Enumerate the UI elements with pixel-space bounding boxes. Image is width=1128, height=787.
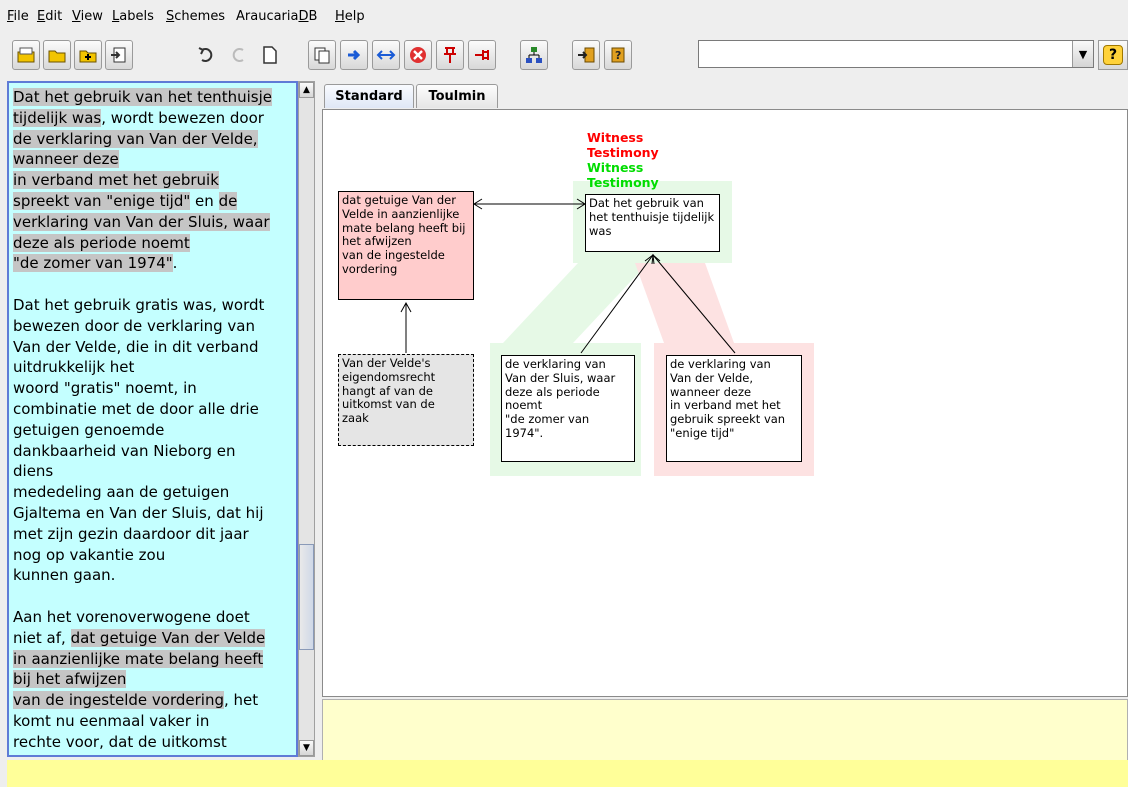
highlighted-text[interactable]: wanneer deze bbox=[13, 150, 119, 169]
node-text: Van der Velde's eigendomsrecht hangt af … bbox=[342, 356, 436, 426]
highlighted-text[interactable]: Dat het gebruik van het tenthuisje bbox=[13, 88, 272, 106]
redo-icon[interactable] bbox=[225, 40, 253, 70]
highlighted-text[interactable]: verklaring van Van der Sluis, waar bbox=[13, 212, 270, 231]
evaluation-pane[interactable] bbox=[322, 699, 1128, 761]
swap-icon[interactable] bbox=[372, 40, 400, 70]
open-icon[interactable] bbox=[12, 40, 40, 70]
node-text: dat getuige Van der Velde in aanzienlijk… bbox=[342, 193, 466, 276]
premise-velde-node[interactable]: de verklaring van Van der Velde, wanneer… bbox=[666, 355, 802, 462]
unpin-icon[interactable] bbox=[468, 40, 496, 70]
scheme-label-1: Witness bbox=[587, 130, 644, 145]
tree-icon[interactable] bbox=[520, 40, 548, 70]
highlighted-text[interactable]: dat getuige Van der Velde bbox=[70, 628, 266, 647]
open-folder-icon[interactable] bbox=[43, 40, 71, 70]
scroll-thumb[interactable] bbox=[299, 544, 314, 650]
help-button[interactable]: ? bbox=[1098, 40, 1128, 70]
highlighted-text[interactable]: tijdelijk was bbox=[13, 108, 102, 127]
scheme-selector[interactable]: ▼ bbox=[698, 40, 1094, 68]
premise-sluis-node[interactable]: de verklaring van Van der Sluis, waar de… bbox=[501, 355, 635, 462]
menu-schemes[interactable]: Schemes bbox=[166, 9, 225, 24]
chevron-down-icon[interactable]: ▼ bbox=[1072, 41, 1093, 67]
scheme-label-2: Testimony bbox=[587, 145, 659, 160]
highlighted-text[interactable]: bij het afwijzen bbox=[13, 670, 127, 689]
source-text[interactable]: Dat het gebruik van het tenthuisje tijdel… bbox=[13, 87, 293, 755]
conclusion-node[interactable]: Dat het gebruik van het tenthuisje tijde… bbox=[585, 194, 720, 252]
text-paragraph[interactable]: Dat het gebruik gratis was, wordt bewezen… bbox=[13, 295, 293, 586]
menu-labels[interactable]: Labels bbox=[112, 9, 154, 24]
node-text: de verklaring van Van der Sluis, waar de… bbox=[505, 357, 616, 440]
scheme-label-3: Witness bbox=[587, 160, 644, 175]
node-text: Dat het gebruik van het tenthuisje tijde… bbox=[589, 196, 715, 238]
svg-text:?: ? bbox=[615, 49, 621, 62]
text-scrollbar[interactable]: ▲ ▼ bbox=[298, 81, 315, 757]
export-icon[interactable] bbox=[105, 40, 133, 70]
menu-help[interactable]: Help bbox=[335, 9, 365, 24]
highlighted-text[interactable]: de bbox=[218, 191, 238, 210]
menu-file[interactable]: File bbox=[7, 9, 29, 24]
scroll-up-icon[interactable]: ▲ bbox=[299, 82, 314, 98]
scroll-down-icon[interactable]: ▼ bbox=[299, 740, 314, 756]
menu-view[interactable]: View bbox=[72, 9, 103, 24]
pin-icon[interactable] bbox=[436, 40, 464, 70]
diagram-panel: Standard Toulmin Witness Testimony Witne… bbox=[318, 81, 1128, 761]
menu-bar: File Edit View Labels Schemes AraucariaDB Help bbox=[0, 0, 1128, 34]
source-text-panel[interactable]: Dat het gebruik van het tenthuisje tijdel… bbox=[7, 81, 298, 757]
db-query-icon[interactable]: ? bbox=[604, 40, 632, 70]
tab-standard[interactable]: Standard bbox=[324, 84, 414, 108]
highlighted-text[interactable]: van de ingestelde vordering bbox=[13, 691, 224, 710]
copy-icon[interactable] bbox=[308, 40, 336, 70]
undo-icon[interactable] bbox=[192, 40, 220, 70]
rebuttal-node[interactable]: dat getuige Van der Velde in aanzienlijk… bbox=[338, 191, 474, 300]
text-paragraph[interactable]: Dat het gebruik van het tenthuisje tijdel… bbox=[13, 87, 293, 274]
highlighted-text[interactable]: de verklaring van Van der Velde, bbox=[13, 129, 258, 148]
menu-araucariadb[interactable]: AraucariaDB bbox=[236, 9, 317, 24]
save-icon[interactable] bbox=[74, 40, 102, 70]
status-bar bbox=[7, 760, 1128, 787]
new-document-icon[interactable] bbox=[256, 40, 284, 70]
delete-icon[interactable] bbox=[404, 40, 432, 70]
link-icon[interactable] bbox=[340, 40, 368, 70]
undercutter-node[interactable]: Van der Velde's eigendomsrecht hangt af … bbox=[338, 354, 474, 446]
menu-edit[interactable]: Edit bbox=[37, 9, 62, 24]
highlighted-text[interactable]: in aanzienlijke mate belang heeft bbox=[13, 649, 264, 668]
db-upload-icon[interactable] bbox=[572, 40, 600, 70]
highlighted-text[interactable]: spreekt van "enige tijd" bbox=[13, 191, 191, 210]
diagram-canvas[interactable]: Witness Testimony Witness Testimony Dat … bbox=[322, 109, 1128, 697]
highlighted-text[interactable]: "de zomer van 1974" bbox=[13, 254, 173, 273]
help-icon: ? bbox=[1103, 45, 1123, 65]
scheme-label-4: Testimony bbox=[587, 175, 659, 190]
tab-toulmin[interactable]: Toulmin bbox=[416, 84, 498, 108]
highlighted-text[interactable]: in verband met het gebruik bbox=[13, 171, 219, 190]
node-text: de verklaring van Van der Velde, wanneer… bbox=[670, 357, 786, 440]
text-paragraph[interactable]: Aan het vorenoverwogene doet niet af, dat… bbox=[13, 607, 293, 753]
highlighted-text[interactable]: deze als periode noemt bbox=[13, 233, 190, 252]
